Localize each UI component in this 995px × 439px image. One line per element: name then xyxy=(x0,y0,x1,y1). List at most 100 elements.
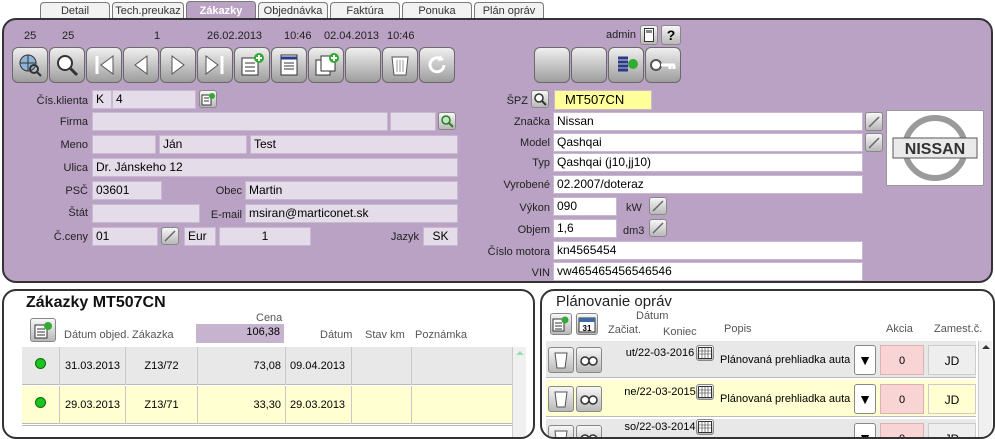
vin-field[interactable]: vw465465456546546 xyxy=(553,262,863,281)
row-status[interactable] xyxy=(22,347,60,385)
volume-edit-button[interactable] xyxy=(649,219,667,237)
rate-field[interactable]: 1 xyxy=(219,227,311,246)
email-field[interactable]: msiran@marticonet.sk xyxy=(245,204,458,223)
plan-action[interactable]: 0 xyxy=(880,384,924,414)
currency-field[interactable]: Eur xyxy=(184,227,216,246)
calculator-button[interactable] xyxy=(640,25,658,45)
open-plan-button[interactable] xyxy=(576,386,602,412)
client-prefix-field[interactable]: K xyxy=(92,90,112,109)
description-dropdown[interactable]: ▼ xyxy=(854,345,876,375)
tab-objednavka[interactable]: Objednávka xyxy=(258,2,328,19)
lang-field[interactable]: SK xyxy=(423,227,458,246)
open-plan-button[interactable] xyxy=(576,347,602,373)
model-field[interactable]: Qashqai xyxy=(553,133,863,152)
export-button[interactable] xyxy=(608,47,644,83)
spz-field[interactable]: MT507CN xyxy=(554,90,652,110)
date-picker-button[interactable] xyxy=(696,384,714,400)
add-client-button[interactable] xyxy=(199,90,217,108)
row-status[interactable] xyxy=(22,386,60,424)
table-row[interactable]: 29.03.2013 Z13/71 33,30 29.03.2013 xyxy=(22,386,512,424)
blank-button[interactable] xyxy=(345,47,381,83)
copy-record-button[interactable] xyxy=(308,47,344,83)
prev-record-button[interactable] xyxy=(123,47,159,83)
table-row[interactable]: ut/22-03-2016 Plánovaná prehliadka auta … xyxy=(546,341,976,378)
open-plan-button[interactable] xyxy=(576,425,602,437)
volume-field[interactable]: 1,6 xyxy=(553,219,617,238)
trash-icon xyxy=(554,352,568,369)
tab-plan-oprav[interactable]: Plán opráv xyxy=(474,2,544,19)
order-date-order: 31.03.2013 xyxy=(60,347,126,385)
tab-ponuka[interactable]: Ponuka xyxy=(402,2,472,19)
orders-scrollbar[interactable] xyxy=(512,347,526,437)
table-row[interactable]: ne/22-03-2015 Plánovaná prehliadka auta … xyxy=(546,380,976,417)
tab-faktura[interactable]: Faktúra xyxy=(330,2,400,19)
model-edit-button[interactable] xyxy=(865,133,883,152)
brand-edit-button[interactable] xyxy=(865,112,883,131)
city-field[interactable]: Martin xyxy=(245,181,458,200)
power-edit-button[interactable] xyxy=(649,197,667,215)
description-dropdown[interactable]: ▼ xyxy=(854,384,876,414)
delete-plan-button[interactable] xyxy=(548,347,574,373)
zip-field[interactable]: 03601 xyxy=(92,181,162,200)
refresh-button[interactable] xyxy=(419,47,455,83)
add-order-button[interactable] xyxy=(30,318,56,342)
type-field[interactable]: Qashqai (j10,jj10) xyxy=(553,153,863,172)
order-date: 29.03.2013 xyxy=(286,386,352,424)
plan-employee[interactable]: JD xyxy=(928,423,976,437)
right-blank-button-2[interactable] xyxy=(571,47,607,83)
title-field[interactable] xyxy=(92,135,156,154)
delete-plan-button[interactable] xyxy=(548,386,574,412)
help-button[interactable]: ? xyxy=(661,25,681,45)
first-record-button[interactable] xyxy=(86,47,122,83)
add-plan-button[interactable] xyxy=(550,313,572,335)
power-field[interactable]: 090 xyxy=(553,197,617,216)
table-row[interactable]: 31.03.2013 Z13/72 73,08 09.04.2013 xyxy=(22,347,512,385)
firm-search-button[interactable] xyxy=(438,112,456,130)
scroll-up-icon xyxy=(982,345,990,349)
tab-tech-preukaz[interactable]: Tech.preukaz xyxy=(112,2,184,19)
price-no-field[interactable]: 01 xyxy=(92,227,158,246)
city-label: Obec xyxy=(215,185,242,197)
next-icon xyxy=(171,55,185,75)
spz-search-button[interactable] xyxy=(531,90,549,108)
firm-extra-field[interactable] xyxy=(390,112,436,131)
delete-plan-button[interactable] xyxy=(548,425,574,437)
plan-employee[interactable]: JD xyxy=(928,384,976,414)
brand-field[interactable]: Nissan xyxy=(553,112,863,131)
power-unit: kW xyxy=(626,202,642,214)
tab-detail[interactable]: Detail xyxy=(40,2,110,19)
orders-title: Zákazky MT507CN xyxy=(26,294,166,311)
firm-field[interactable] xyxy=(92,112,388,131)
made-field[interactable]: 02.2007/doteraz xyxy=(553,175,863,194)
calendar-button[interactable]: 31 xyxy=(576,313,598,335)
key-button[interactable] xyxy=(645,47,681,83)
plan-action[interactable]: 0 xyxy=(880,423,924,437)
last-name-field[interactable]: Test xyxy=(250,135,458,154)
date-picker-button[interactable] xyxy=(696,345,714,361)
price-checkbox[interactable] xyxy=(161,227,179,245)
new-record-button[interactable] xyxy=(234,47,270,83)
client-no-field[interactable]: 4 xyxy=(112,90,196,109)
table-row[interactable]: so/22-03-2014 ▼ 0 JD xyxy=(546,419,976,437)
plan-action[interactable]: 0 xyxy=(880,345,924,375)
edit-icon xyxy=(652,222,664,234)
plan-scrollbar[interactable] xyxy=(978,341,992,437)
first-name-field[interactable]: Ján xyxy=(159,135,247,154)
power-label: Výkon xyxy=(519,202,550,214)
plan-description[interactable]: Plánovaná prehliadka auta xyxy=(718,390,854,408)
engine-field[interactable]: kn4565454 xyxy=(553,241,863,260)
last-record-button[interactable] xyxy=(197,47,233,83)
plan-employee[interactable]: JD xyxy=(928,345,976,375)
description-dropdown[interactable]: ▼ xyxy=(854,423,876,437)
right-blank-button-1[interactable] xyxy=(534,47,570,83)
web-search-button[interactable] xyxy=(12,47,48,83)
record-count: 25 xyxy=(24,30,37,42)
new-record-icon xyxy=(552,316,569,332)
street-field[interactable]: Dr. Jánskeho 12 xyxy=(92,158,458,177)
search-button[interactable] xyxy=(49,47,85,83)
plan-description[interactable]: Plánovaná prehliadka auta xyxy=(718,351,854,369)
next-record-button[interactable] xyxy=(160,47,196,83)
first-icon xyxy=(95,55,114,75)
document-button[interactable] xyxy=(271,47,307,83)
delete-button[interactable] xyxy=(382,47,418,83)
